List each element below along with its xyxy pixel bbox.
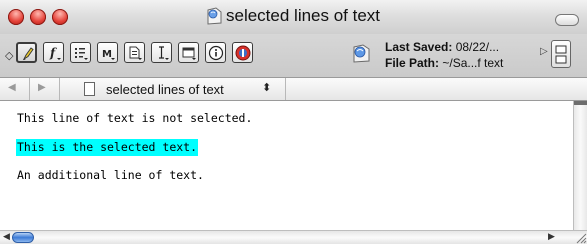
text-editor-area[interactable]: This line of text is not selected. This …	[0, 101, 573, 230]
svg-text:M: M	[102, 49, 112, 60]
window-title: selected lines of text	[226, 6, 381, 25]
pencil-icon	[22, 47, 34, 61]
toolbar-overflow-arrow-icon[interactable]: ▷	[540, 46, 548, 57]
stop-icon	[235, 45, 251, 61]
document-button[interactable]	[124, 42, 145, 63]
nav-divider	[285, 78, 286, 100]
scroll-right-arrow-icon[interactable]: ▶	[548, 231, 555, 242]
last-saved-value: 08/22/...	[455, 40, 500, 54]
proxy-document-icon[interactable]	[350, 42, 372, 64]
document-proxy-icon[interactable]	[205, 6, 223, 26]
file-path-label: File Path:	[385, 56, 440, 70]
selected-text-line[interactable]: This is the selected text.	[16, 139, 199, 156]
toolbar-overflow-button[interactable]	[551, 40, 571, 68]
window-icon	[182, 47, 196, 60]
info-button[interactable]	[205, 42, 226, 63]
stop-button[interactable]	[232, 42, 253, 63]
navigation-bar: ◀ ▶ selected lines of text ⬍	[0, 77, 587, 101]
function-icon: f	[49, 46, 61, 60]
function-button[interactable]: f	[43, 42, 64, 63]
text-line[interactable]: This line of text is not selected.	[17, 111, 252, 125]
horizontal-scrollbar[interactable]: ◀ ▶	[0, 230, 587, 244]
pencil-button[interactable]	[16, 42, 37, 63]
text-cursor-icon	[159, 46, 169, 60]
text-cursor-button[interactable]	[151, 42, 172, 63]
list-icon	[75, 48, 88, 60]
last-saved-info: Last Saved: 08/22/...	[385, 40, 499, 54]
info-icon	[208, 45, 224, 61]
document-icon	[129, 46, 142, 60]
minimize-button[interactable]	[30, 9, 46, 25]
file-path-value: ~/Sa...f text	[442, 56, 504, 70]
popup-arrows-icon[interactable]: ⬍	[262, 81, 271, 94]
toolbar-toggle-button[interactable]	[555, 14, 579, 26]
horizontal-scroll-thumb[interactable]	[12, 232, 34, 243]
last-saved-label: Last Saved:	[385, 40, 453, 54]
svg-text:f: f	[49, 46, 57, 60]
scroll-left-arrow-icon[interactable]: ◀	[3, 231, 10, 242]
nav-divider	[29, 78, 30, 100]
document-path-popup[interactable]: selected lines of text	[106, 82, 224, 97]
window-button[interactable]	[178, 42, 199, 63]
toolbar-customize-icon[interactable]: ◇	[5, 49, 13, 62]
nav-divider	[59, 78, 60, 100]
vertical-scrollbar-cap	[574, 101, 587, 105]
marker-icon: M	[102, 49, 115, 60]
toolbar: ◇ f M Last Saved: 08/22/... File Path: ~…	[0, 34, 587, 77]
file-path-info: File Path: ~/Sa...f text	[385, 56, 503, 70]
text-line[interactable]: An additional line of text.	[17, 168, 204, 182]
back-arrow-icon[interactable]: ◀	[8, 82, 16, 93]
vertical-scrollbar[interactable]	[573, 101, 587, 230]
list-button[interactable]	[70, 42, 91, 63]
file-icon	[84, 82, 95, 96]
title-bar[interactable]: selected lines of text	[0, 0, 587, 34]
layout-icon	[555, 45, 567, 64]
resize-grip-icon[interactable]	[573, 230, 587, 244]
close-button[interactable]	[8, 9, 24, 25]
zoom-button[interactable]	[52, 9, 68, 25]
forward-arrow-icon[interactable]: ▶	[38, 82, 46, 93]
document-window: selected lines of text ◇ f M Last Saved:…	[0, 0, 587, 244]
marker-button[interactable]: M	[97, 42, 118, 63]
